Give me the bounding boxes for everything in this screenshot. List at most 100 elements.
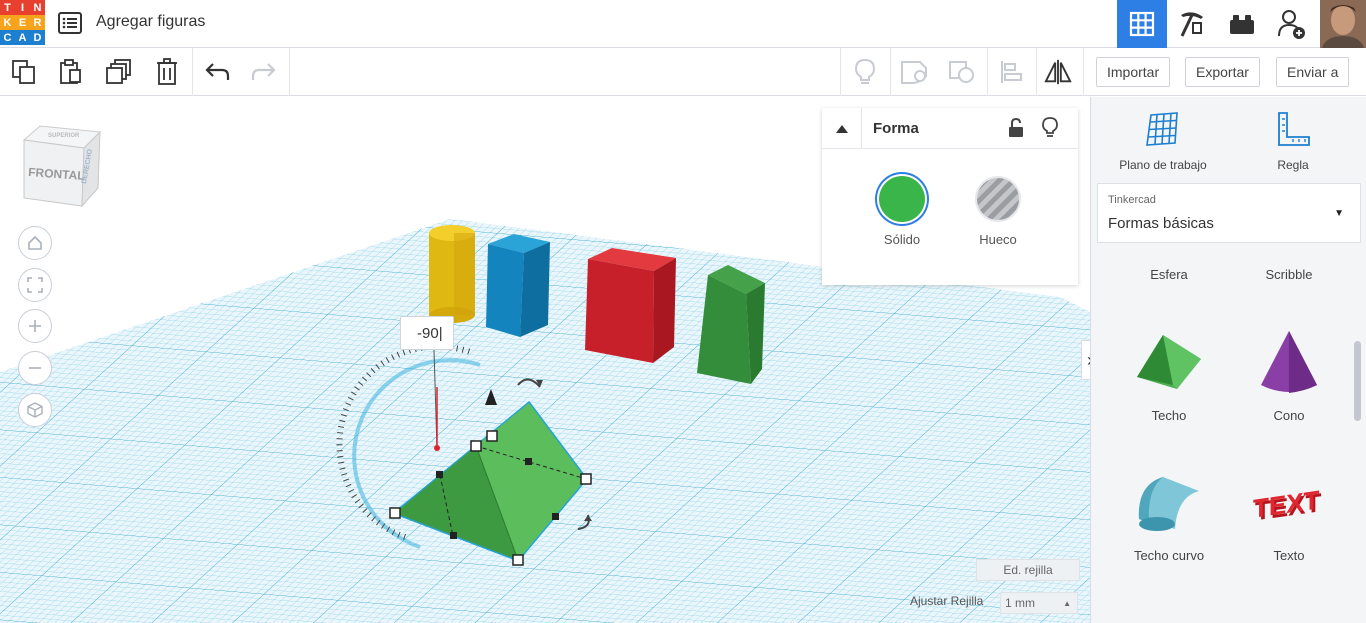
view-bricks-button[interactable] <box>1217 0 1267 48</box>
hole-swatch[interactable] <box>975 176 1021 222</box>
copy-button[interactable] <box>10 58 38 86</box>
ruler-tool-label: Regla <box>1277 158 1309 172</box>
pickaxe-icon <box>1180 12 1203 37</box>
zoom-out-button[interactable] <box>18 351 52 385</box>
shape-curved-roof[interactable]: Techo curvo <box>1109 469 1229 563</box>
add-user-icon <box>1278 10 1305 39</box>
shape-text[interactable]: TEXT TEXT Texto <box>1229 469 1349 563</box>
zoom-in-button[interactable] <box>18 309 52 343</box>
hide-shape-button[interactable] <box>1042 117 1058 144</box>
mirror-icon <box>1044 59 1072 85</box>
fit-icon <box>27 277 43 293</box>
shape-inspector: Forma Sólido Hueco <box>822 108 1078 285</box>
cylinder-shape[interactable] <box>429 225 475 323</box>
shape-label: Cono <box>1273 408 1305 423</box>
group-button[interactable] <box>900 58 928 86</box>
delete-icon <box>157 58 177 85</box>
list-icon[interactable] <box>58 12 82 34</box>
projection-toggle-button[interactable] <box>18 393 52 427</box>
logo-letter: I <box>15 0 30 15</box>
hole-option[interactable]: Hueco <box>968 176 1028 247</box>
top-bar: T I N K E R C A D Agregar figuras <box>0 0 1366 48</box>
align-button[interactable] <box>997 58 1025 86</box>
shape-label: Esfera <box>1150 267 1188 282</box>
view-3d-design-button[interactable] <box>1117 0 1167 48</box>
view-blocks-button[interactable] <box>1167 0 1217 48</box>
shape-label: Scribble <box>1265 267 1313 282</box>
shape-label: Texto <box>1273 548 1305 563</box>
grid-icon <box>1129 11 1155 37</box>
undo-button[interactable] <box>203 58 231 86</box>
lock-button[interactable] <box>1008 117 1024 143</box>
design-title[interactable]: Agregar figuras <box>96 13 205 31</box>
workplane-tool-label: Plano de trabajo <box>1119 158 1207 172</box>
cube-icon <box>27 402 43 418</box>
solid-option[interactable]: Sólido <box>872 176 932 247</box>
minus-icon <box>29 367 41 369</box>
solid-color-swatch[interactable] <box>879 176 925 222</box>
home-view-button[interactable] <box>18 226 52 260</box>
ungroup-button[interactable] <box>948 58 976 86</box>
send-to-button[interactable]: Enviar a <box>1276 57 1350 87</box>
paste-button[interactable] <box>57 58 85 86</box>
snap-grid-label: Ajustar Rejilla <box>910 594 984 608</box>
roof-thumbnail <box>1137 335 1201 389</box>
redo-button[interactable] <box>250 58 278 86</box>
fit-view-button[interactable] <box>18 268 52 302</box>
logo-letter: N <box>30 0 45 15</box>
caret-down-icon: ▼ <box>1334 208 1344 219</box>
ruler-tool[interactable]: Regla <box>1233 111 1353 172</box>
edit-toolbar: Importar Exportar Enviar a <box>0 48 1366 96</box>
paste-icon <box>60 59 81 84</box>
align-icon <box>1001 61 1022 83</box>
show-all-button[interactable] <box>851 58 879 86</box>
collapse-inspector-button[interactable] <box>822 108 862 149</box>
home-icon <box>28 235 42 250</box>
shape-scribble[interactable]: Scribble <box>1229 267 1349 282</box>
hexagonal-prism-shape[interactable] <box>697 265 765 384</box>
snap-grid-select[interactable]: 1 mm ▲ <box>1000 592 1078 614</box>
rotation-angle-input[interactable]: -90 | <box>400 316 454 350</box>
snap-grid-value: 1 mm <box>1005 596 1035 610</box>
mirror-button[interactable] <box>1044 58 1072 86</box>
workplane-tool[interactable]: Plano de trabajo <box>1103 111 1223 172</box>
brick-icon <box>1230 15 1254 34</box>
delete-button[interactable] <box>153 58 181 86</box>
plus-icon <box>29 320 41 332</box>
shape-cone[interactable]: Cono <box>1229 329 1349 423</box>
solid-label: Sólido <box>883 232 921 247</box>
invite-user-button[interactable] <box>1267 0 1317 48</box>
duplicate-icon <box>106 59 131 84</box>
shape-library-select[interactable]: Tinkercad Formas básicas ▼ <box>1097 183 1361 243</box>
logo-letter: A <box>15 30 30 45</box>
rotation-value: -90 <box>417 324 439 342</box>
edit-grid-button[interactable]: Ed. rejilla <box>976 559 1080 581</box>
avatar[interactable] <box>1320 0 1366 48</box>
box-shape-blue[interactable] <box>486 234 550 337</box>
copy-icon <box>12 60 35 84</box>
import-button[interactable]: Importar <box>1096 57 1171 87</box>
workplane-icon <box>1146 112 1178 146</box>
box-shape-red[interactable] <box>585 248 676 363</box>
inspector-title: Forma <box>873 120 919 137</box>
panel-scrollbar[interactable] <box>1354 341 1361 421</box>
logo-letter: C <box>0 30 15 45</box>
tinkercad-logo[interactable]: T I N K E R C A D <box>0 0 46 46</box>
duplicate-button[interactable] <box>105 58 133 86</box>
curved-roof-thumbnail <box>1138 477 1199 531</box>
export-button[interactable]: Exportar <box>1185 57 1260 87</box>
shape-sphere[interactable]: Esfera <box>1109 267 1229 282</box>
view-cube[interactable]: FRONTAL DERECHO SUPERIOR <box>20 122 102 208</box>
logo-letter: K <box>0 15 15 30</box>
library-name: Formas básicas <box>1108 215 1214 232</box>
library-provider: Tinkercad <box>1108 194 1156 206</box>
logo-letter: T <box>0 0 15 15</box>
text-thumbnail: TEXTTEXT <box>1253 484 1321 526</box>
shape-label: Techo <box>1151 408 1187 423</box>
shape-roof[interactable]: Techo <box>1109 329 1229 423</box>
ungroup-icon <box>949 61 974 83</box>
logo-letter: R <box>30 15 45 30</box>
caret-up-icon <box>835 124 848 133</box>
logo-letter: D <box>30 30 45 45</box>
bulb-icon <box>1042 117 1058 137</box>
